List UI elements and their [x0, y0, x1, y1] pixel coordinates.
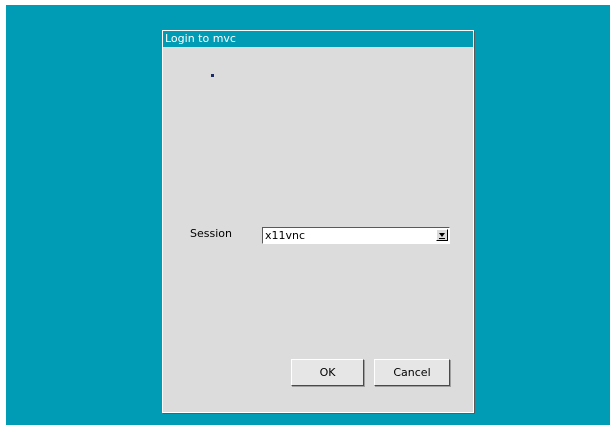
login-dialog: Login to mvc Session x11vnc OK Cancel: [162, 30, 474, 413]
ok-button[interactable]: OK: [291, 359, 364, 386]
dropdown-bar-icon: [439, 238, 445, 239]
throbber-dot-icon: [211, 74, 214, 77]
session-value: x11vnc: [265, 229, 306, 242]
dropdown-button[interactable]: [436, 229, 448, 241]
dialog-titlebar[interactable]: Login to mvc: [163, 31, 473, 47]
dialog-title: Login to mvc: [165, 32, 236, 45]
cancel-button[interactable]: Cancel: [374, 359, 450, 386]
session-label: Session: [190, 227, 232, 240]
desktop-background: Login to mvc Session x11vnc OK Cancel: [6, 5, 610, 425]
dropdown-arrow-icon: [439, 233, 445, 237]
session-select[interactable]: x11vnc: [262, 227, 450, 244]
